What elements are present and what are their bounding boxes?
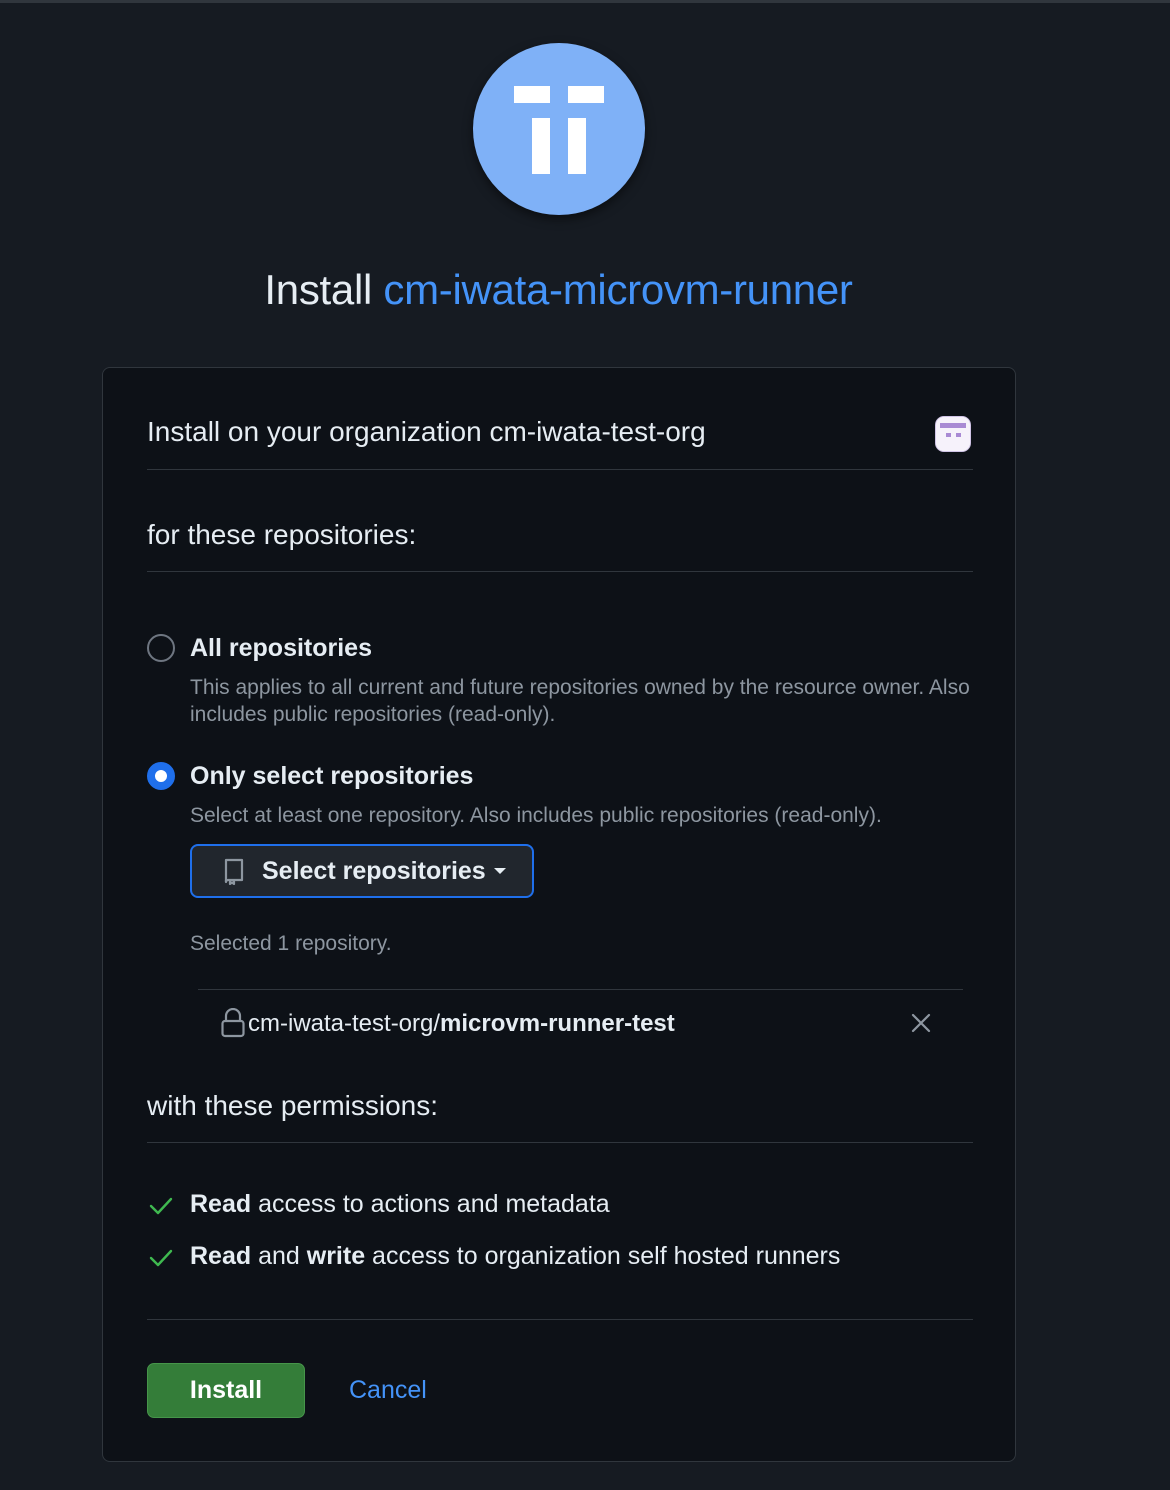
select-repositories-label: Select repositories <box>262 856 486 885</box>
option-select-title[interactable]: Only select repositories <box>190 762 473 791</box>
repo-icon <box>222 857 246 886</box>
install-button[interactable]: Install <box>147 1363 305 1418</box>
selected-repo-name[interactable]: cm-iwata-test-org/microvm-runner-test <box>248 1010 675 1038</box>
org-avatar-graphic <box>936 417 970 451</box>
x-icon[interactable] <box>910 1012 932 1034</box>
option-all-description: This applies to all current and future r… <box>190 676 970 726</box>
divider <box>147 469 973 470</box>
divider <box>147 1319 973 1320</box>
divider <box>147 571 973 572</box>
select-repositories-button[interactable]: Select repositories <box>190 844 534 898</box>
selected-repo-row: cm-iwata-test-org/microvm-runner-test <box>198 989 963 1060</box>
logo-bar <box>532 118 550 174</box>
permission-text: Read and write access to organization se… <box>190 1242 841 1270</box>
check-icon <box>147 1244 175 1272</box>
org-name: cm-iwata-test-org <box>489 416 706 447</box>
install-target-label: Install on your organization <box>147 416 482 447</box>
option-all-title[interactable]: All repositories <box>190 634 372 663</box>
logo-bar <box>568 86 604 103</box>
install-card: Install on your organization cm-iwata-te… <box>102 367 1016 1462</box>
logo-bar <box>568 118 586 174</box>
lock-icon <box>220 1007 246 1038</box>
top-border <box>0 0 1170 3</box>
radio-all-repositories[interactable] <box>147 634 175 662</box>
permission-text: Read access to actions and metadata <box>190 1190 610 1218</box>
install-target-line: Install on your organization cm-iwata-te… <box>147 416 706 448</box>
repo-short-name: microvm-runner-test <box>440 1010 675 1037</box>
selected-count-text: Selected 1 repository. <box>190 932 392 955</box>
check-icon <box>147 1192 175 1220</box>
option-select-description: Select at least one repository. Also inc… <box>190 804 882 827</box>
repositories-heading: for these repositories: <box>147 519 417 550</box>
app-name-link[interactable]: cm-iwata-microvm-runner <box>383 266 852 313</box>
title-prefix: Install <box>264 266 373 313</box>
divider <box>147 1142 973 1143</box>
org-avatar-icon <box>935 416 971 452</box>
permissions-heading: with these permissions: <box>147 1090 439 1121</box>
cancel-link[interactable]: Cancel <box>349 1376 427 1405</box>
repo-owner: cm-iwata-test-org/ <box>248 1010 441 1037</box>
page-title: Install cm-iwata-microvm-runner <box>0 266 1117 314</box>
caret-down-icon <box>493 868 506 874</box>
radio-only-select-repositories[interactable] <box>147 762 175 790</box>
app-logo-icon <box>473 43 645 215</box>
logo-bar <box>514 86 550 103</box>
